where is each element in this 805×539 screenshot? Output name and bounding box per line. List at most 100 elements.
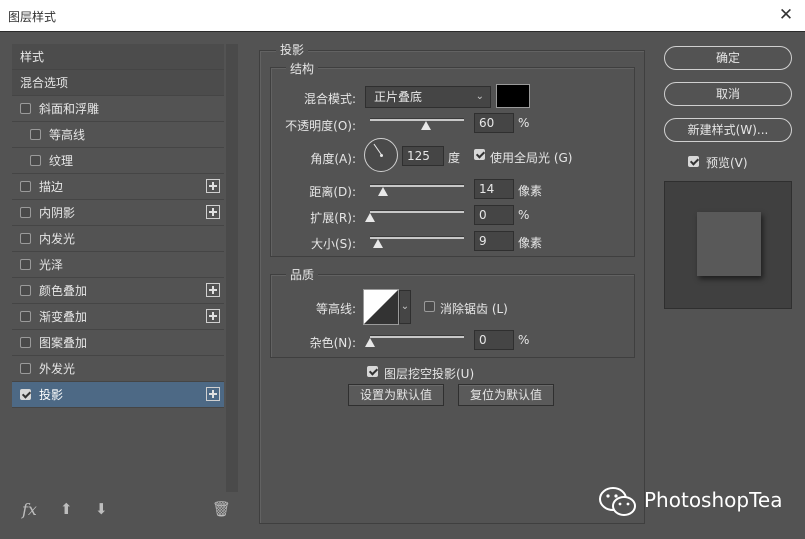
spread-slider[interactable] xyxy=(370,210,464,213)
sidebar-item[interactable]: 斜面和浮雕 xyxy=(12,96,224,122)
sidebar-item-checkbox[interactable] xyxy=(20,207,31,218)
sidebar-item-checkbox[interactable] xyxy=(30,129,41,140)
sidebar-item[interactable]: 内阴影 xyxy=(12,200,224,226)
sidebar-item-checkbox[interactable] xyxy=(20,285,31,296)
title-bar: 图层样式 ✕ xyxy=(0,0,805,32)
styles-list-panel: 样式混合选项斜面和浮雕等高线纹理描边内阴影内发光光泽颜色叠加渐变叠加图案叠加 外发… xyxy=(12,44,238,492)
sidebar-item-checkbox[interactable] xyxy=(20,363,31,374)
window-title: 图层样式 xyxy=(8,10,57,24)
contour-dropdown[interactable]: ⌄ xyxy=(399,290,411,324)
sidebar-item-label: 等高线 xyxy=(49,128,86,142)
opacity-slider[interactable] xyxy=(370,118,464,121)
sidebar-item-checkbox[interactable] xyxy=(20,233,31,244)
size-slider-thumb[interactable] xyxy=(373,239,384,248)
add-effect-icon[interactable] xyxy=(206,283,220,297)
add-effect-icon[interactable] xyxy=(206,387,220,401)
sidebar-item-checkbox[interactable] xyxy=(20,337,31,348)
noise-label: 杂色(N): xyxy=(309,336,356,350)
sidebar-item[interactable]: 样式 xyxy=(12,44,224,70)
spread-slider-thumb[interactable] xyxy=(365,213,375,222)
sidebar-item-checkbox[interactable] xyxy=(30,155,41,166)
add-effect-icon[interactable] xyxy=(206,179,220,193)
knockout-checkbox[interactable] xyxy=(367,366,378,377)
set-default-button[interactable]: 设置为默认值 xyxy=(348,384,444,406)
sidebar-item-checkbox[interactable] xyxy=(20,181,31,192)
sidebar-item-label: 混合选项 xyxy=(20,76,69,90)
anti-alias-label: 消除锯齿 (L) xyxy=(440,302,508,316)
reset-default-button[interactable]: 复位为默认值 xyxy=(458,384,554,406)
ok-button[interactable]: 确定 xyxy=(664,46,792,70)
opacity-unit: % xyxy=(518,116,530,130)
sidebar-item-label: 描边 xyxy=(39,180,64,194)
sidebar-item[interactable]: 图案叠加 xyxy=(12,330,224,356)
angle-unit: 度 xyxy=(448,151,461,165)
sidebar-item[interactable]: 颜色叠加 xyxy=(12,278,224,304)
sidebar-item[interactable]: 内发光 xyxy=(12,226,224,252)
distance-input[interactable]: 14 xyxy=(474,179,514,199)
add-effect-icon[interactable] xyxy=(206,309,220,323)
sidebar-item-label: 渐变叠加 xyxy=(39,310,88,324)
angle-dial[interactable] xyxy=(364,138,398,172)
move-down-icon[interactable]: ⬇ xyxy=(95,500,108,518)
sidebar-item[interactable]: 混合选项 xyxy=(12,70,224,96)
sidebar-item-checkbox[interactable] xyxy=(20,259,31,270)
quality-title: 品质 xyxy=(286,266,319,283)
sidebar-item[interactable]: 渐变叠加 xyxy=(12,304,224,330)
sidebar-item[interactable]: 等高线 xyxy=(12,122,224,148)
new-style-button[interactable]: 新建样式(W)... xyxy=(664,118,792,142)
preview-thumbnail xyxy=(664,181,792,309)
sidebar-item-checkbox[interactable] xyxy=(20,311,31,322)
sidebar-item-label: 颜色叠加 xyxy=(39,284,88,298)
sidebar-item[interactable]: 光泽 xyxy=(12,252,224,278)
spread-label: 扩展(R): xyxy=(310,211,356,225)
trash-icon[interactable]: 🗑 xyxy=(212,500,231,518)
sidebar-item-label: 斜面和浮雕 xyxy=(39,102,100,116)
styles-list-scrollbar[interactable] xyxy=(226,44,238,492)
angle-center-dot xyxy=(380,154,383,157)
contour-picker[interactable] xyxy=(363,289,399,325)
noise-unit: % xyxy=(518,333,530,347)
noise-input[interactable]: 0 xyxy=(474,330,514,350)
noise-slider-thumb[interactable] xyxy=(365,338,375,347)
size-unit: 像素 xyxy=(518,236,543,250)
sidebar-item-label: 样式 xyxy=(20,50,45,64)
preview-checkbox[interactable] xyxy=(688,156,699,167)
angle-label: 角度(A): xyxy=(310,152,356,166)
size-input[interactable]: 9 xyxy=(474,231,514,251)
sidebar-item-label: 投影 xyxy=(39,388,64,402)
styles-list-toolbar: fx ⬆ ⬇ 🗑 xyxy=(12,500,238,522)
noise-slider[interactable] xyxy=(370,335,464,338)
cancel-button[interactable]: 取消 xyxy=(664,82,792,106)
add-effect-icon[interactable] xyxy=(206,205,220,219)
knockout-label: 图层挖空投影(U) xyxy=(384,367,475,381)
contour-linear-icon xyxy=(364,290,398,324)
blend-mode-value: 正片叠底 xyxy=(374,90,423,104)
structure-title: 结构 xyxy=(286,60,319,77)
distance-label: 距离(D): xyxy=(309,185,356,199)
distance-slider-thumb[interactable] xyxy=(378,187,389,196)
preview-label: 预览(V) xyxy=(706,156,748,170)
move-up-icon[interactable]: ⬆ xyxy=(60,500,73,518)
spread-unit: % xyxy=(518,208,530,222)
styles-list: 样式混合选项斜面和浮雕等高线纹理描边内阴影内发光光泽颜色叠加渐变叠加图案叠加 外发… xyxy=(12,44,224,408)
fx-icon[interactable]: fx xyxy=(22,500,37,519)
spread-input[interactable]: 0 xyxy=(474,205,514,225)
sidebar-item-label: 纹理 xyxy=(49,154,74,168)
opacity-input[interactable]: 60 xyxy=(474,113,514,133)
sidebar-item[interactable]: 投影 xyxy=(12,382,224,408)
anti-alias-checkbox[interactable] xyxy=(424,301,435,312)
shadow-color-swatch[interactable] xyxy=(496,84,530,108)
blend-mode-select[interactable]: 正片叠底 ⌄ xyxy=(365,86,491,108)
sidebar-item[interactable]: 纹理 xyxy=(12,148,224,174)
close-icon[interactable]: ✕ xyxy=(775,4,797,26)
size-slider[interactable] xyxy=(370,236,464,239)
sidebar-item[interactable]: 描边 xyxy=(12,174,224,200)
sidebar-item-checkbox[interactable] xyxy=(20,103,31,114)
sidebar-item-label: 光泽 xyxy=(39,258,64,272)
sidebar-item-checkbox[interactable] xyxy=(20,389,31,400)
sidebar-item-label: 内阴影 xyxy=(39,206,76,220)
angle-input[interactable]: 125 xyxy=(402,146,444,166)
sidebar-item[interactable]: 外发光 xyxy=(12,356,224,382)
global-light-checkbox[interactable] xyxy=(474,149,485,160)
opacity-slider-thumb[interactable] xyxy=(421,121,432,130)
